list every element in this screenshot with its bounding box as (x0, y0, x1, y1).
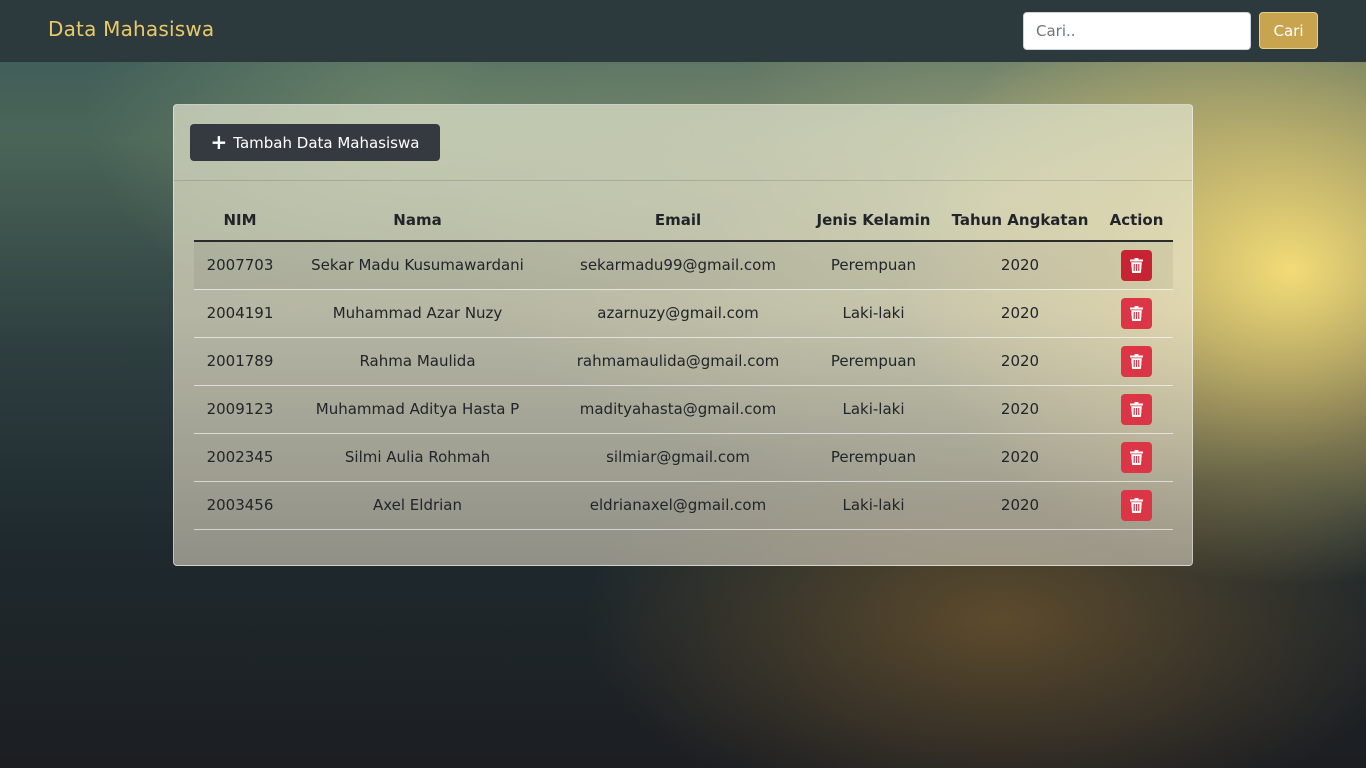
cell-nama: Axel Eldrian (286, 481, 549, 530)
table-row: 2007703 Sekar Madu Kusumawardani sekarmadu… (194, 241, 1173, 290)
cell-nama: Rahma Maulida (286, 337, 549, 386)
delete-button[interactable] (1121, 249, 1152, 281)
cell-jenis-kelamin: Perempuan (807, 337, 940, 386)
cell-nim: 2002345 (194, 433, 286, 482)
table-row: 2001789 Rahma Maulida rahmamaulida@gmail.c… (194, 337, 1173, 386)
cell-jenis-kelamin: Laki-laki (807, 481, 940, 530)
delete-button[interactable] (1121, 441, 1152, 473)
cell-nim: 2001789 (194, 337, 286, 386)
table-row: 2009123 Muhammad Aditya Hasta Pmadityahas… (194, 385, 1173, 434)
cell-action (1100, 481, 1173, 530)
delete-button[interactable] (1121, 489, 1152, 521)
trash-icon (1130, 497, 1143, 513)
cell-tahun-angkatan: 2020 (940, 481, 1100, 530)
cell-action (1100, 337, 1173, 386)
cell-jenis-kelamin: Perempuan (807, 433, 940, 482)
student-table: NIM Nama Email Jenis Kelamin Tahun Angka… (194, 200, 1173, 530)
trash-icon (1130, 401, 1143, 417)
cell-tahun-angkatan: 2020 (940, 385, 1100, 434)
cell-tahun-angkatan: 2020 (940, 337, 1100, 386)
delete-button[interactable] (1121, 345, 1152, 377)
trash-icon (1130, 353, 1143, 369)
cell-email: azarnuzy@gmail.com (549, 289, 807, 338)
cell-jenis-kelamin: Laki-laki (807, 385, 940, 434)
search-input[interactable] (1023, 12, 1251, 50)
table-header-row: NIM Nama Email Jenis Kelamin Tahun Angka… (194, 200, 1173, 242)
table-row: 2004191 Muhammad Azar Nuzy azarnuzy@gmail.… (194, 289, 1173, 338)
cell-action (1100, 433, 1173, 482)
cell-tahun-angkatan: 2020 (940, 433, 1100, 482)
cell-email: eldrianaxel@gmail.com (549, 481, 807, 530)
cell-email: rahmamaulida@gmail.com (549, 337, 807, 386)
cell-nim: 2009123 (194, 385, 286, 434)
header-nama: Nama (286, 200, 549, 242)
cell-nim: 2007703 (194, 241, 286, 290)
add-student-button[interactable]: + Tambah Data Mahasiswa (190, 124, 440, 161)
search-button[interactable]: Cari (1259, 12, 1318, 49)
cell-nama: Sekar Madu Kusumawardani (286, 241, 549, 290)
table-row: 2003456 Axel Eldrian eldrianaxel@gmail.com… (194, 481, 1173, 530)
trash-icon (1130, 305, 1143, 321)
header-email: Email (549, 200, 807, 242)
cell-nama: Muhammad Azar Nuzy (286, 289, 549, 338)
cell-email: sekarmadu99@gmail.com (549, 241, 807, 290)
cell-jenis-kelamin: Laki-laki (807, 289, 940, 338)
brand-title[interactable]: Data Mahasiswa (48, 17, 214, 41)
trash-icon (1130, 257, 1143, 273)
cell-action (1100, 385, 1173, 434)
plus-icon: + (210, 129, 228, 154)
header-nim: NIM (194, 200, 286, 242)
delete-button[interactable] (1121, 393, 1152, 425)
header-jenis-kelamin: Jenis Kelamin (807, 200, 940, 242)
cell-nama: Muhammad Aditya Hasta P (286, 385, 549, 434)
cell-nim: 2003456 (194, 481, 286, 530)
cell-tahun-angkatan: 2020 (940, 289, 1100, 338)
navbar: Data Mahasiswa Cari (0, 0, 1366, 62)
header-action: Action (1100, 200, 1173, 242)
cell-email: madityahasta@gmail.com (549, 385, 807, 434)
table-row: 2002345 Silmi Aulia Rohmah silmiar@gmail.c… (194, 433, 1173, 482)
cell-action (1100, 241, 1173, 290)
cell-action (1100, 289, 1173, 338)
add-student-label: Tambah Data Mahasiswa (233, 133, 420, 152)
cell-nama: Silmi Aulia Rohmah (286, 433, 549, 482)
cell-email: silmiar@gmail.com (549, 433, 807, 482)
trash-icon (1130, 449, 1143, 465)
card-header: + Tambah Data Mahasiswa (174, 105, 1192, 181)
delete-button[interactable] (1121, 297, 1152, 329)
header-tahun-angkatan: Tahun Angkatan (940, 200, 1100, 242)
student-data-card: + Tambah Data Mahasiswa NIM Nama Email J… (173, 104, 1193, 566)
table-body: 2007703 Sekar Madu Kusumawardani sekarmadu… (194, 241, 1173, 530)
cell-tahun-angkatan: 2020 (940, 241, 1100, 290)
cell-nim: 2004191 (194, 289, 286, 338)
cell-jenis-kelamin: Perempuan (807, 241, 940, 290)
